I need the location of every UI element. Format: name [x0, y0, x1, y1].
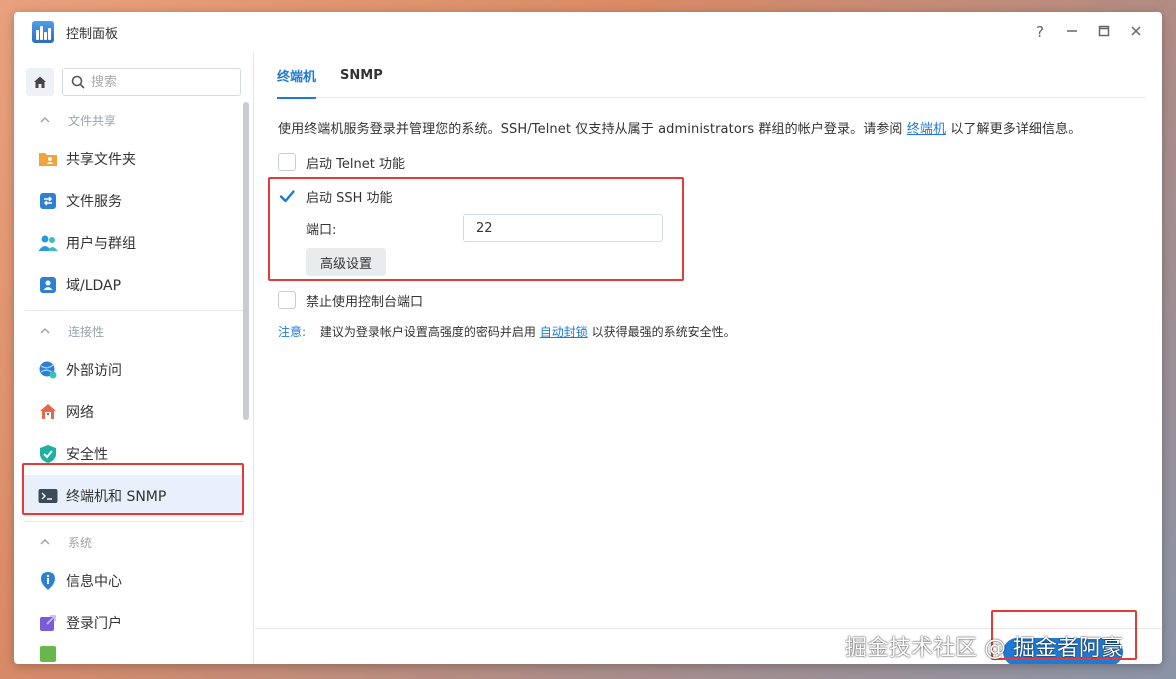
section-connectivity[interactable]: 连接性	[24, 315, 244, 347]
description-text-end: 以了解更多详细信息。	[950, 122, 1082, 137]
sidebar-item-label: 域/LDAP	[66, 278, 122, 294]
sidebar-scrollbar[interactable]	[243, 102, 249, 420]
minimize-icon[interactable]	[1056, 23, 1088, 41]
sidebar-item-label: 文件服务	[66, 194, 122, 210]
help-icon[interactable]: ?	[1024, 23, 1056, 41]
domain-ldap-icon	[38, 275, 58, 295]
folder-share-icon	[38, 149, 58, 169]
close-icon[interactable]	[1120, 23, 1152, 41]
tab-snmp[interactable]: SNMP	[340, 52, 383, 98]
home-icon	[34, 76, 46, 88]
sidebar-item-shared-folder[interactable]: 共享文件夹	[24, 138, 244, 180]
chevron-up-icon	[40, 537, 54, 548]
sidebar-item-network[interactable]: 网络	[24, 391, 244, 433]
info-center-icon	[38, 571, 58, 591]
sidebar-item-label: 网络	[66, 405, 94, 421]
theme-icon	[38, 644, 58, 664]
highlight-box-ssh	[268, 177, 684, 281]
console-option[interactable]: 禁止使用控制台端口	[278, 289, 1162, 311]
sidebar-item-label: 用户与群组	[66, 236, 136, 252]
sidebar-item-domain-ldap[interactable]: 域/LDAP	[24, 264, 244, 306]
security-note: 注意: 建议为登录帐户设置高强度的密码并启用 自动封锁 以获得最强的系统安全性。	[278, 323, 1162, 340]
section-system[interactable]: 系统	[24, 526, 244, 558]
home-button[interactable]	[26, 68, 54, 96]
maximize-icon[interactable]	[1088, 23, 1120, 41]
section-label: 系统	[68, 535, 93, 550]
console-label: 禁止使用控制台端口	[306, 294, 424, 310]
terminal-help-link[interactable]: 终端机	[907, 122, 946, 137]
control-panel-window: 控制面板 ? 搜索 文件共享 共享文件夹 文件服务 用户与群组 域/LDAP 连…	[14, 12, 1162, 664]
sidebar-item-external-access[interactable]: 外部访问	[24, 349, 244, 391]
section-file-sharing[interactable]: 文件共享	[24, 104, 244, 136]
title-bar: 控制面板 ?	[14, 12, 1162, 52]
auto-block-link[interactable]: 自动封锁	[540, 325, 588, 339]
chevron-up-icon	[40, 115, 54, 126]
sidebar-item-partial	[24, 644, 244, 664]
sidebar: 文件共享 共享文件夹 文件服务 用户与群组	[14, 52, 254, 664]
watermark-text: 掘金技术社区 @ 掘金者阿豪	[845, 636, 1123, 661]
telnet-label: 启动 Telnet 功能	[306, 156, 405, 172]
telnet-option[interactable]: 启动 Telnet 功能	[278, 151, 1162, 173]
sidebar-item-file-services[interactable]: 文件服务	[24, 180, 244, 222]
main-content: 终端机 SNMP 使用终端机服务登录并管理您的系统。SSH/Telnet 仅支持…	[255, 52, 1162, 664]
login-portal-icon	[38, 613, 58, 633]
console-checkbox[interactable]	[278, 291, 296, 309]
external-access-icon	[38, 360, 58, 380]
sidebar-item-label: 信息中心	[66, 574, 122, 590]
network-icon	[38, 402, 58, 422]
sidebar-item-label: 外部访问	[66, 363, 122, 379]
sidebar-search[interactable]	[62, 68, 241, 96]
sidebar-item-label: 共享文件夹	[66, 152, 136, 168]
divider	[24, 310, 244, 311]
terminal-description: 使用终端机服务登录并管理您的系统。SSH/Telnet 仅支持从属于 admin…	[278, 118, 1162, 137]
description-text: 使用终端机服务登录并管理您的系统。SSH/Telnet 仅支持从属于 admin…	[278, 122, 903, 137]
sidebar-item-users-groups[interactable]: 用户与群组	[24, 222, 244, 264]
note-text: 建议为登录帐户设置高强度的密码并启用	[319, 325, 536, 339]
note-label: 注意:	[278, 325, 307, 339]
search-input[interactable]	[91, 74, 231, 90]
section-label: 连接性	[68, 324, 105, 339]
sidebar-item-label: 安全性	[66, 447, 108, 463]
security-shield-icon	[38, 444, 58, 464]
tab-bar: 终端机 SNMP	[277, 52, 1146, 99]
chevron-up-icon	[40, 326, 54, 337]
highlight-box-sidebar	[22, 463, 244, 515]
sidebar-item-info-center[interactable]: 信息中心	[24, 560, 244, 602]
tab-terminal[interactable]: 终端机	[277, 52, 317, 99]
window-title: 控制面板	[66, 26, 119, 42]
telnet-checkbox[interactable]	[278, 153, 296, 171]
users-icon	[38, 233, 58, 253]
file-services-icon	[38, 191, 58, 211]
divider	[24, 521, 244, 522]
control-panel-app-icon	[32, 21, 54, 43]
note-text-end: 以获得最强的系统安全性。	[591, 325, 736, 339]
search-icon	[71, 75, 85, 89]
sidebar-item-label: 登录门户	[66, 616, 122, 632]
section-label: 文件共享	[68, 113, 117, 128]
sidebar-item-login-portal[interactable]: 登录门户	[24, 602, 244, 644]
